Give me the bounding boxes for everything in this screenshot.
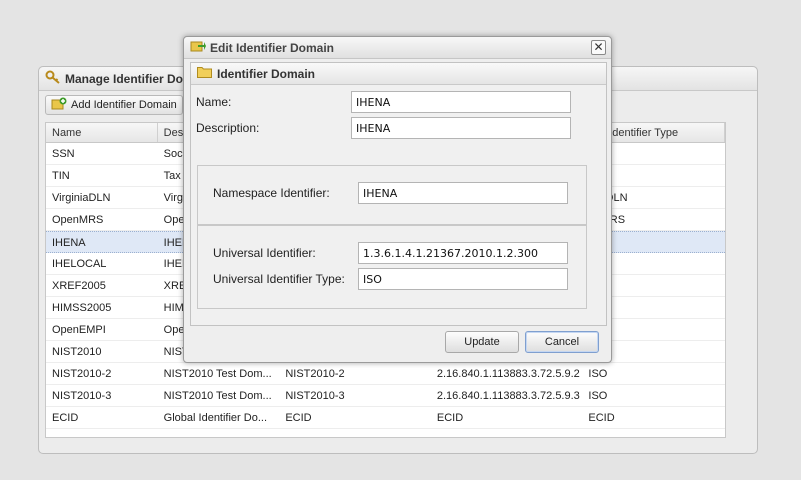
panel-title: Manage Identifier Do bbox=[65, 71, 184, 86]
universal-identifier-type-row: Universal Identifier Type: bbox=[213, 272, 345, 286]
table-cell: ISO bbox=[588, 368, 608, 380]
universal-fieldset: Universal Identifier: Universal Identifi… bbox=[197, 225, 587, 309]
edit-window-icon bbox=[190, 39, 206, 56]
table-cell: NIST2010-2 bbox=[285, 368, 345, 380]
table-cell: XREF2005 bbox=[52, 280, 106, 292]
identifier-domain-form-panel: Identifier Domain Name: Description: Nam… bbox=[190, 62, 607, 326]
table-cell: HIMSS2005 bbox=[52, 302, 112, 314]
table-row[interactable]: ECID Global Identifier Do... ECID ECID ECID bbox=[46, 407, 725, 429]
table-cell: ECID bbox=[52, 412, 79, 424]
folder-icon bbox=[197, 66, 212, 81]
namespace-identifier-input[interactable] bbox=[358, 182, 568, 204]
table-cell: 2.16.840.1.113883.3.72.5.9.2 bbox=[436, 368, 580, 380]
table-cell: ISO bbox=[588, 390, 608, 402]
form-panel-title: Identifier Domain bbox=[217, 66, 316, 81]
description-input[interactable] bbox=[351, 117, 571, 139]
column-header[interactable]: Name bbox=[46, 123, 158, 142]
table-cell: ECID bbox=[436, 412, 464, 424]
universal-identifier-label: Universal Identifier: bbox=[213, 246, 316, 260]
name-label: Name: bbox=[196, 95, 232, 109]
table-cell: NIST2010-3 bbox=[52, 390, 112, 402]
form-panel-header: Identifier Domain bbox=[191, 63, 606, 85]
universal-identifier-type-input[interactable] bbox=[358, 268, 568, 290]
table-cell: 2.16.840.1.113883.3.72.5.9.3 bbox=[436, 390, 580, 402]
universal-identifier-type-label: Universal Identifier Type: bbox=[213, 272, 345, 286]
namespace-identifier-label: Namespace Identifier: bbox=[213, 186, 330, 200]
add-button-label: Add Identifier Domain bbox=[71, 99, 177, 111]
edit-identifier-domain-window: Edit Identifier Domain ✕ Identifier Doma… bbox=[183, 36, 612, 363]
add-icon bbox=[51, 97, 67, 114]
table-cell: NIST2010 bbox=[52, 346, 102, 358]
add-identifier-domain-button[interactable]: Add Identifier Domain bbox=[45, 95, 183, 115]
table-cell: ECID bbox=[285, 412, 312, 424]
table-cell: TIN bbox=[52, 170, 70, 182]
namespace-fieldset: Namespace Identifier: bbox=[197, 165, 587, 225]
window-title: Edit Identifier Domain bbox=[210, 40, 335, 55]
key-icon bbox=[45, 70, 61, 87]
description-label: Description: bbox=[196, 121, 260, 135]
table-cell: NIST2010-2 bbox=[52, 368, 112, 380]
table-cell: NIST2010-3 bbox=[285, 390, 345, 402]
table-cell: IHENA bbox=[52, 237, 86, 249]
table-cell: IHELOCAL bbox=[52, 258, 107, 270]
close-icon[interactable]: ✕ bbox=[591, 40, 606, 55]
table-row[interactable]: NIST2010-3 NIST2010 Test Dom... NIST2010-3… bbox=[46, 385, 725, 407]
table-cell: NIST2010 Test Dom... bbox=[163, 390, 272, 402]
window-header: Edit Identifier Domain ✕ bbox=[184, 37, 611, 59]
universal-identifier-input[interactable] bbox=[358, 242, 568, 264]
table-cell: NIST2010 Test Dom... bbox=[163, 368, 272, 380]
description-row: Description: bbox=[196, 121, 259, 135]
name-input[interactable] bbox=[351, 91, 571, 113]
table-cell: SSN bbox=[52, 148, 75, 160]
table-cell: VirginiaDLN bbox=[52, 192, 111, 204]
cancel-button[interactable]: Cancel bbox=[525, 331, 599, 353]
name-row: Name: bbox=[196, 95, 231, 109]
table-cell: OpenEMPI bbox=[52, 324, 106, 336]
universal-identifier-row: Universal Identifier: bbox=[213, 246, 316, 260]
table-cell: ECID bbox=[588, 412, 615, 424]
table-cell: Global Identifier Do... bbox=[163, 412, 268, 424]
update-button[interactable]: Update bbox=[445, 331, 519, 353]
table-row[interactable]: NIST2010-2 NIST2010 Test Dom... NIST2010-2… bbox=[46, 363, 725, 385]
table-cell: OpenMRS bbox=[52, 214, 104, 226]
namespace-row: Namespace Identifier: bbox=[213, 186, 330, 200]
